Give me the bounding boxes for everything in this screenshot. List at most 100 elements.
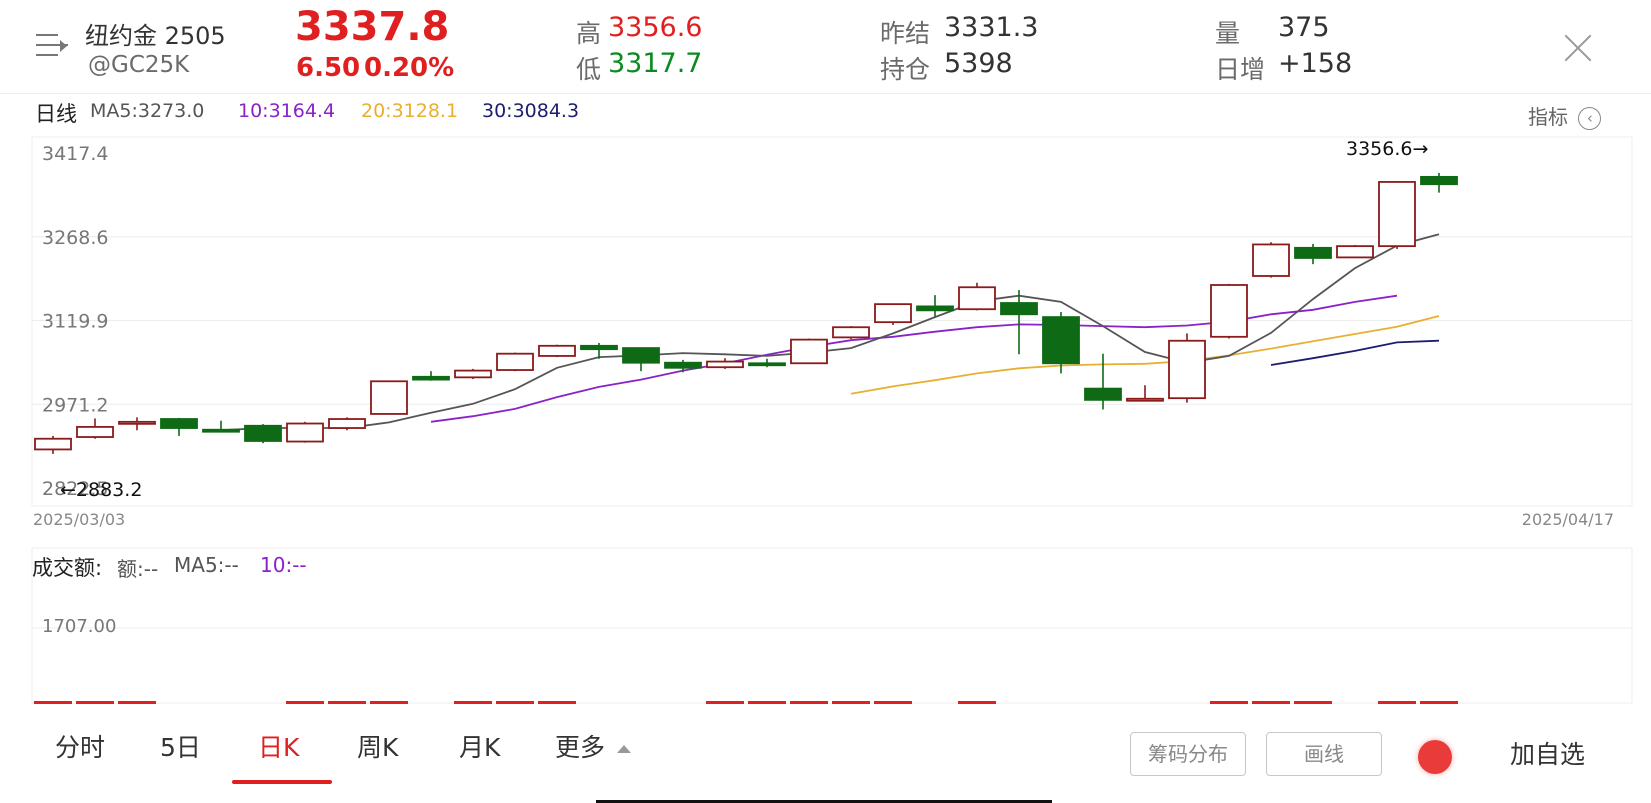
candle-body (1000, 302, 1038, 316)
candle (1336, 245, 1374, 259)
candle-body (454, 369, 492, 379)
volume-bar (748, 701, 786, 704)
candle (328, 417, 366, 431)
candle (1126, 385, 1164, 402)
volume-bar (706, 701, 744, 704)
volume-bar (538, 701, 576, 704)
candle-body (328, 418, 366, 429)
tab-daily-k[interactable]: 日K (258, 728, 299, 764)
candle (874, 303, 912, 325)
volume-level-label: 1707.00 (42, 616, 117, 637)
candle (118, 417, 156, 431)
max-price-label: 3356.6→ (1346, 138, 1428, 160)
candle (454, 368, 492, 380)
candle (76, 418, 114, 439)
candle-body (916, 305, 954, 312)
candle (1294, 243, 1332, 265)
candle-body (1210, 284, 1248, 338)
candle (496, 352, 534, 372)
candle-body (622, 347, 660, 364)
candle (1084, 353, 1122, 410)
candle (1042, 312, 1080, 374)
volume-bar (874, 701, 912, 704)
volume-bar (76, 701, 114, 704)
candle (1252, 242, 1290, 278)
candle-body (874, 303, 912, 324)
candle (1210, 283, 1248, 339)
record-icon[interactable] (1418, 740, 1452, 774)
candle-body (1378, 181, 1416, 248)
candle-body (1084, 387, 1122, 401)
candle-body (1042, 316, 1080, 365)
candle (160, 417, 198, 436)
candle-body (412, 375, 450, 381)
volume-bar (1420, 701, 1458, 704)
add-watchlist-button[interactable]: 加自选 (1510, 735, 1585, 771)
candle (790, 338, 828, 365)
candle-body (1252, 243, 1290, 277)
x-start-date: 2025/03/03 (33, 510, 125, 529)
volume-amount: 额:-- (117, 557, 159, 581)
x-end-date: 2025/04/17 (1522, 510, 1614, 529)
tab-more-label: 更多 (555, 733, 606, 762)
volume-bar (118, 701, 156, 704)
candle (286, 421, 324, 443)
candle (412, 371, 450, 381)
volume-bar (34, 701, 72, 704)
y-tick-label: 3268.6 (42, 227, 108, 249)
candlestick-chart[interactable]: 3417.43268.63119.92971.22822.52025/03/03… (0, 0, 1651, 720)
ma10-line (430, 294, 1398, 423)
volume-ma5: MA5:-- (174, 553, 239, 577)
volume-bar (1210, 701, 1248, 704)
tab-monthly-k[interactable]: 月K (459, 728, 500, 764)
candle-body (1336, 245, 1374, 259)
active-tab-indicator (232, 780, 332, 784)
volume-bar (1378, 701, 1416, 704)
candle-body (76, 426, 114, 438)
candle-body (286, 422, 324, 443)
candle-body (1294, 246, 1332, 259)
caret-up-icon (616, 745, 631, 753)
candle-body (538, 344, 576, 357)
candle-body (496, 352, 534, 371)
candle-body (790, 338, 828, 365)
volume-panel-title: 成交额: (32, 556, 103, 580)
candle (538, 344, 576, 358)
y-tick-label: 3119.9 (42, 311, 108, 333)
candle-body (118, 420, 156, 425)
draw-line-button[interactable]: 画线 (1266, 732, 1382, 776)
candle-body (244, 424, 282, 442)
tab-5day[interactable]: 5日 (160, 728, 201, 764)
volume-bar (958, 701, 996, 704)
candle-body (580, 344, 618, 351)
candle-body (1126, 397, 1164, 402)
candle (958, 282, 996, 311)
volume-bar (496, 701, 534, 704)
y-tick-label: 3417.4 (42, 143, 108, 165)
candle (748, 358, 786, 368)
candle-body (1168, 339, 1206, 400)
min-price-label: ←2883.2 (60, 479, 142, 501)
candle (832, 326, 870, 340)
candle-body (706, 360, 744, 369)
candle-body (832, 326, 870, 339)
candle (622, 347, 660, 372)
candle (1168, 333, 1206, 403)
tab-weekly-k[interactable]: 周K (357, 728, 398, 764)
volume-bar (1252, 701, 1290, 704)
volume-bar (1294, 701, 1332, 704)
candle (1378, 181, 1416, 249)
candle-body (202, 428, 240, 433)
candle (664, 359, 702, 373)
volume-bar (790, 701, 828, 704)
tab-more[interactable]: 更多 (555, 728, 631, 764)
candle (370, 380, 408, 415)
volume-bar (370, 701, 408, 704)
tab-intraday[interactable]: 分时 (55, 728, 105, 764)
candle (1000, 290, 1038, 355)
y-tick-label: 2971.2 (42, 394, 108, 416)
candle-body (748, 362, 786, 367)
chip-distribution-button[interactable]: 筹码分布 (1130, 732, 1246, 776)
candle (706, 358, 744, 369)
volume-ma10: 10:-- (260, 553, 307, 577)
